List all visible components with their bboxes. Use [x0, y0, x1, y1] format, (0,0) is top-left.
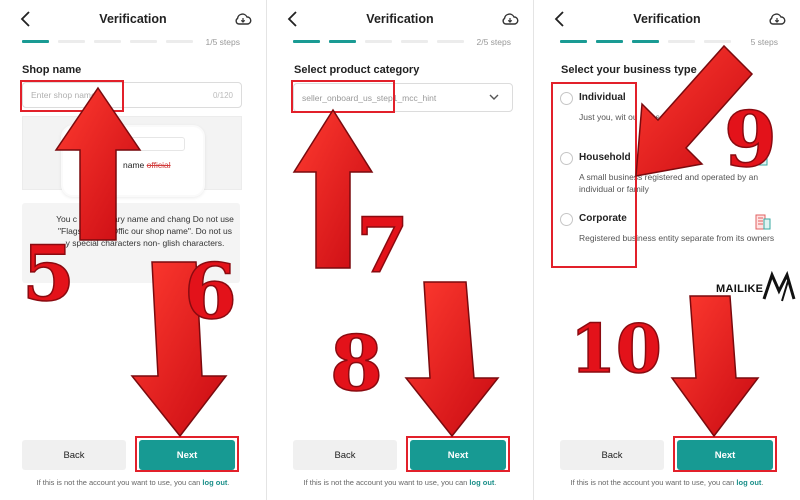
next-button[interactable]: Next	[139, 440, 235, 470]
mock-shop-name: name official	[123, 160, 171, 170]
progress-segment	[632, 40, 659, 43]
footer-note: If this is not the account you want to u…	[281, 477, 519, 488]
option-title: Corporate	[579, 213, 627, 224]
example-illustration: Se name official	[22, 116, 242, 197]
progress-segment	[130, 40, 157, 43]
progress-segment	[22, 40, 49, 43]
footer-text: If this is not the account you want to u…	[36, 478, 203, 487]
page-title: Verification	[366, 12, 434, 26]
progress-bar	[293, 39, 464, 44]
progress-segment	[401, 40, 428, 43]
phone-mockup: Se name official	[61, 125, 205, 197]
hint-text: You c a temporary name and chang Do not …	[56, 214, 234, 248]
panel-shop-name: Verification 1/5 steps Shop name Enter s…	[0, 0, 266, 500]
mock-search-bar: Se	[73, 137, 185, 151]
char-counter: 0/120	[212, 91, 233, 100]
radio-corporate[interactable]	[560, 213, 573, 226]
footer-text: If this is not the account you want to u…	[303, 478, 470, 487]
progress-segment	[329, 40, 356, 43]
cloud-icon[interactable]	[768, 11, 786, 27]
document-icon	[756, 152, 768, 166]
watermark-logo-mark	[762, 271, 796, 302]
progress-bar	[560, 39, 731, 44]
progress-segment	[365, 40, 392, 43]
mock-search-text: Se	[88, 139, 96, 145]
progress-bar	[22, 39, 193, 44]
step-counter: 2/5 steps	[476, 37, 512, 47]
cloud-icon[interactable]	[501, 11, 519, 27]
header: Verification	[267, 8, 533, 32]
option-description: Registered business entity separate from…	[579, 233, 775, 243]
section-title: Select your business type	[561, 64, 697, 76]
section-title: Shop name	[22, 64, 82, 76]
naming-hint-box: You c a temporary name and chang Do not …	[22, 203, 240, 283]
progress-segment	[166, 40, 193, 43]
shop-name-input[interactable]: Enter shop name 0/120	[22, 82, 242, 108]
option-title: Household	[579, 152, 631, 163]
back-button[interactable]: Back	[560, 440, 664, 470]
progress-segment	[437, 40, 464, 43]
building-icon	[755, 214, 771, 230]
progress-segment	[560, 40, 587, 43]
next-button[interactable]: Next	[677, 440, 773, 470]
mock-name-text: name	[123, 160, 145, 170]
option-title: Individual	[579, 92, 626, 103]
panel-business-type: Verification 5 steps Select your busines…	[534, 0, 800, 500]
next-button[interactable]: Next	[410, 440, 506, 470]
footer-text: If this is not the account you want to u…	[570, 478, 737, 487]
cloud-icon[interactable]	[234, 11, 252, 27]
option-description: A small business registered and operated…	[579, 172, 759, 194]
panel-product-category: Verification 2/5 steps Select product ca…	[267, 0, 533, 500]
input-placeholder: Enter shop name	[31, 90, 96, 100]
log-out-link[interactable]: log out	[736, 478, 761, 487]
step-counter: 5 steps	[750, 37, 778, 47]
footer-note: If this is not the account you want to u…	[14, 477, 252, 488]
back-button[interactable]: Back	[293, 440, 397, 470]
header: Verification	[534, 8, 800, 32]
select-value: seller_onboard_us_step1_mcc_hint	[302, 93, 437, 103]
option-description: Just you, wit ou ess setup or regist	[579, 112, 710, 122]
progress-segment	[704, 40, 731, 43]
mock-struck-text: official	[146, 160, 171, 170]
section-title: Select product category	[294, 64, 420, 76]
page-title: Verification	[633, 12, 701, 26]
footer-end: .	[761, 478, 764, 487]
radio-household[interactable]	[560, 152, 573, 165]
radio-individual[interactable]	[560, 92, 573, 105]
log-out-link[interactable]: log out	[202, 478, 227, 487]
progress-segment	[94, 40, 121, 43]
progress-segment	[596, 40, 623, 43]
progress-segment	[58, 40, 85, 43]
footer-note: If this is not the account you want to u…	[548, 477, 786, 488]
footer-end: .	[227, 478, 230, 487]
chevron-down-icon	[489, 94, 499, 100]
footer-end: .	[494, 478, 497, 487]
step-counter: 1/5 steps	[205, 37, 241, 47]
log-out-link[interactable]: log out	[469, 478, 494, 487]
product-category-select[interactable]: seller_onboard_us_step1_mcc_hint	[293, 83, 513, 112]
watermark-logo-text: MAILIKE	[716, 283, 764, 295]
search-icon	[77, 139, 86, 148]
back-button[interactable]: Back	[22, 440, 126, 470]
progress-segment	[668, 40, 695, 43]
header: Verification	[0, 8, 266, 32]
progress-segment	[293, 40, 320, 43]
page-title: Verification	[99, 12, 167, 26]
